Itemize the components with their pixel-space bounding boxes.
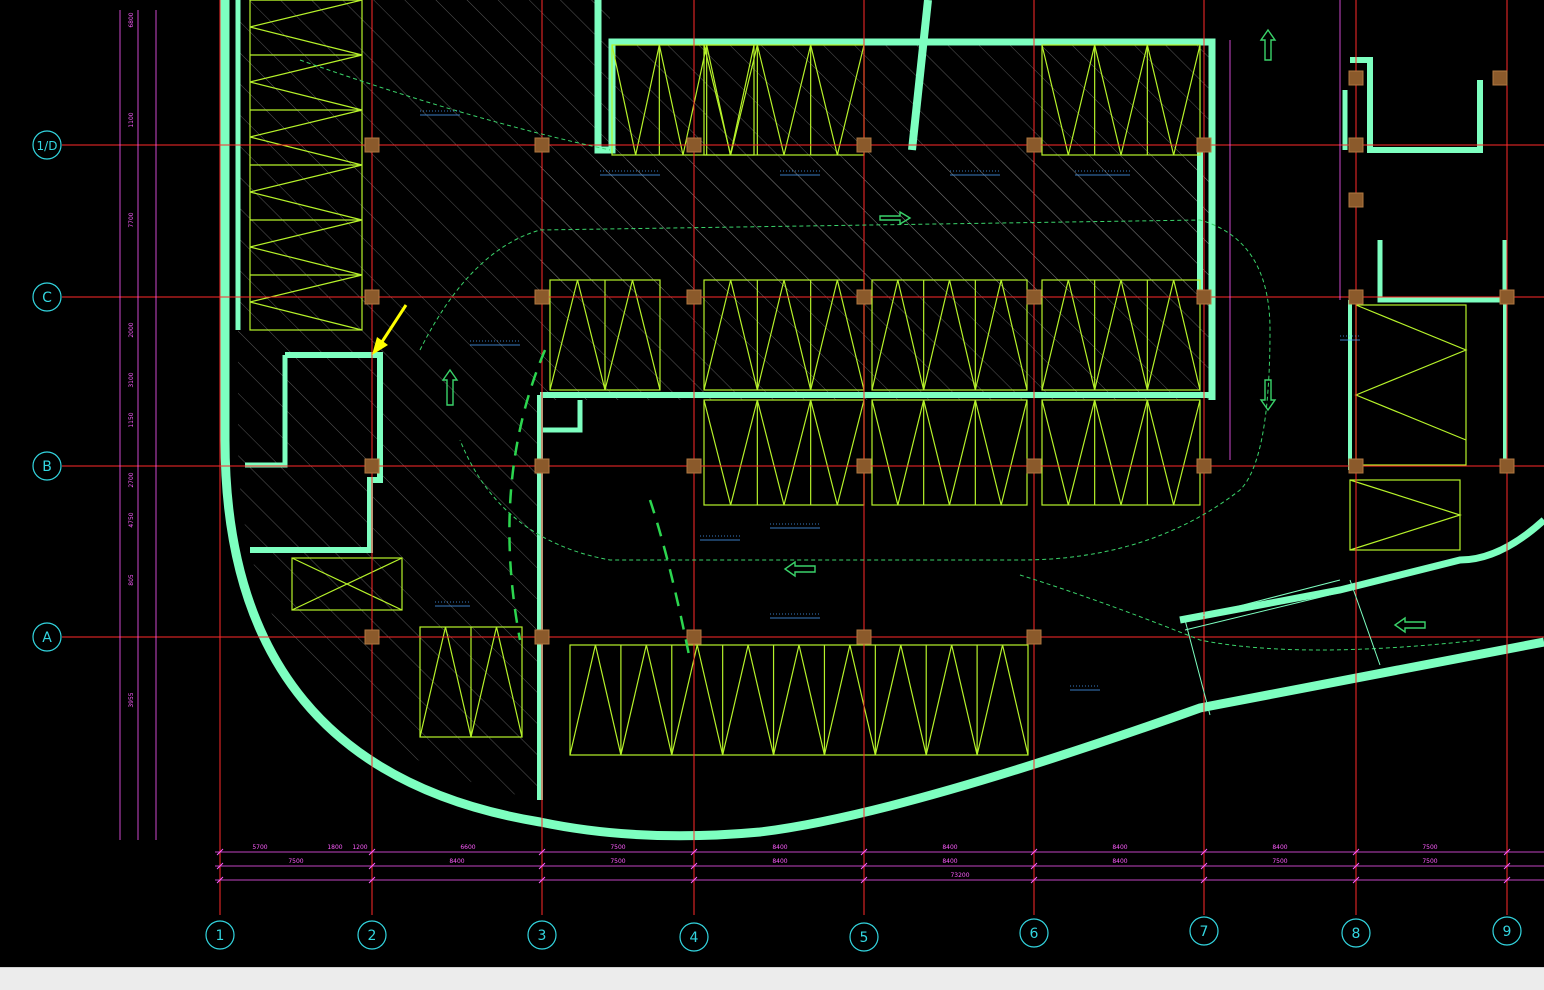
col-axis-5-label: 5	[860, 930, 869, 946]
column-marker	[534, 458, 550, 474]
parking-row	[871, 399, 1028, 506]
column-marker	[686, 629, 702, 645]
dimension-text: 805	[128, 574, 135, 586]
dimension-text: 7500	[1422, 858, 1437, 865]
column-marker	[856, 137, 872, 153]
col-axis-2-bubble[interactable]: 2	[357, 920, 387, 950]
col-axis-4-label: 4	[690, 930, 699, 946]
column-marker	[1492, 70, 1508, 86]
dimension-text: 6800	[128, 12, 135, 27]
column-marker	[1499, 289, 1515, 305]
column-marker	[1348, 289, 1364, 305]
cad-drawing-canvas[interactable]: 5700 1800 1200 6600 7500 8400 8400 8400 8400 7500…	[0, 0, 1544, 967]
col-axis-9-label: 9	[1503, 924, 1512, 940]
column-marker	[686, 137, 702, 153]
column-marker	[1348, 192, 1364, 208]
col-axis-8-bubble[interactable]: 8	[1341, 918, 1371, 948]
row-axis-c-label: C	[42, 290, 52, 306]
dimension-text: 7500	[288, 858, 303, 865]
col-axis-1-bubble[interactable]: 1	[205, 920, 235, 950]
dimension-text: 8400	[772, 844, 787, 851]
dimension-text: 7500	[610, 844, 625, 851]
dimension-text: 7500	[1272, 858, 1287, 865]
column-marker	[1348, 70, 1364, 86]
col-axis-6-label: 6	[1030, 926, 1039, 942]
dimension-text: 1150	[128, 412, 135, 427]
dimension-text: 7500	[610, 858, 625, 865]
column-marker	[1026, 137, 1042, 153]
dimension-text: 1800	[327, 844, 342, 851]
dimension-text: 2700	[128, 472, 135, 487]
dimension-text: 1100	[128, 112, 135, 127]
dimension-text: 8400	[942, 858, 957, 865]
column-marker	[534, 289, 550, 305]
col-axis-8-label: 8	[1352, 926, 1361, 942]
column-marker	[856, 629, 872, 645]
dimension-text: 8400	[1272, 844, 1287, 851]
column-marker	[534, 137, 550, 153]
dimension-text: 8400	[449, 858, 464, 865]
column-marker	[1026, 629, 1042, 645]
dimension-text: 8400	[1112, 858, 1127, 865]
column-marker	[1348, 458, 1364, 474]
col-axis-1-label: 1	[216, 928, 225, 944]
col-axis-3-label: 3	[538, 928, 547, 944]
dimension-text: 7700	[128, 212, 135, 227]
row-axis-1d-bubble[interactable]: 1/D	[32, 130, 62, 160]
dimension-text: 3955	[128, 692, 135, 707]
dimension-text: 7500	[1422, 844, 1437, 851]
row-axis-a-bubble[interactable]: A	[32, 622, 62, 652]
dimension-text: 1200	[352, 844, 367, 851]
column-marker	[686, 289, 702, 305]
column-marker	[1499, 458, 1515, 474]
row-axis-b-bubble[interactable]: B	[32, 451, 62, 481]
col-axis-7-bubble[interactable]: 7	[1189, 916, 1219, 946]
dimension-text: 3100	[128, 372, 135, 387]
column-marker	[364, 629, 380, 645]
dimension-text: 2000	[128, 322, 135, 337]
col-axis-5-bubble[interactable]: 5	[849, 922, 879, 952]
column-marker	[364, 458, 380, 474]
col-axis-7-label: 7	[1200, 924, 1209, 940]
column-marker	[686, 458, 702, 474]
col-axis-4-bubble[interactable]: 4	[679, 922, 709, 952]
column-marker	[856, 289, 872, 305]
dimension-text: 6600	[460, 844, 475, 851]
col-axis-6-bubble[interactable]: 6	[1019, 918, 1049, 948]
column-marker	[1196, 458, 1212, 474]
parking-row	[703, 399, 865, 506]
col-axis-3-bubble[interactable]: 3	[527, 920, 557, 950]
total-dimension-text: 73200	[950, 872, 969, 879]
col-axis-2-label: 2	[368, 928, 377, 944]
parking-row	[569, 644, 1029, 756]
dimension-text: 8400	[772, 858, 787, 865]
floor-plan-drawing[interactable]: 5700 1800 1200 6600 7500 8400 8400 8400 8400 7500…	[0, 0, 1544, 967]
row-axis-a-label: A	[42, 630, 52, 646]
column-marker	[364, 137, 380, 153]
row-axis-b-label: B	[42, 459, 52, 475]
dimension-text: 5700	[252, 844, 267, 851]
parking-row	[1349, 304, 1468, 551]
column-marker	[1196, 289, 1212, 305]
column-marker	[1026, 458, 1042, 474]
column-marker	[1026, 289, 1042, 305]
column-marker	[1196, 137, 1212, 153]
column-marker	[364, 289, 380, 305]
row-axis-1d-label: 1/D	[37, 139, 58, 153]
column-marker	[1348, 137, 1364, 153]
dimension-text: 8400	[942, 844, 957, 851]
col-axis-9-bubble[interactable]: 9	[1492, 916, 1522, 946]
column-marker	[856, 458, 872, 474]
parking-row	[1041, 399, 1201, 506]
column-marker	[534, 629, 550, 645]
status-bar	[0, 967, 1544, 990]
dimension-text: 8400	[1112, 844, 1127, 851]
row-axis-c-bubble[interactable]: C	[32, 282, 62, 312]
dimension-text: 4750	[128, 512, 135, 527]
